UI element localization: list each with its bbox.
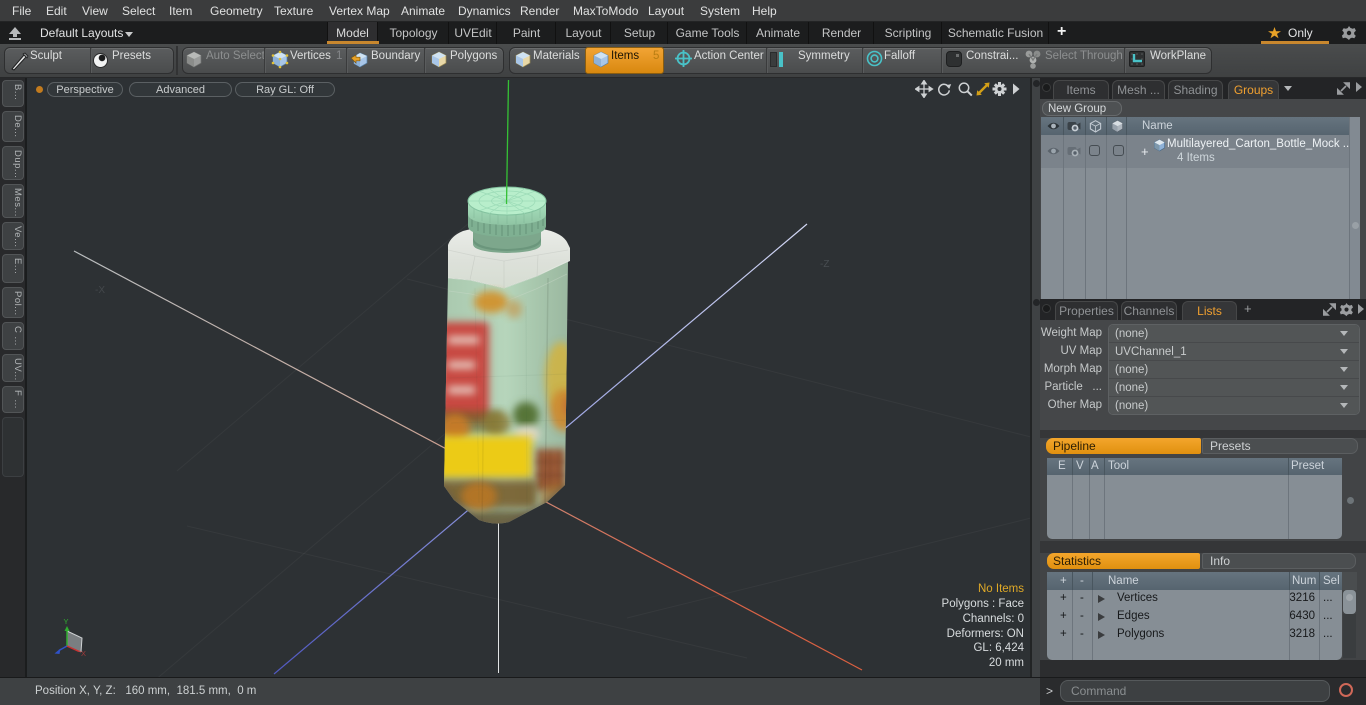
svg-text:Y: Y [64,617,69,626]
svg-text:-X: -X [95,285,105,296]
svg-text:X: X [81,649,86,658]
svg-text:-Z: -Z [820,259,829,270]
